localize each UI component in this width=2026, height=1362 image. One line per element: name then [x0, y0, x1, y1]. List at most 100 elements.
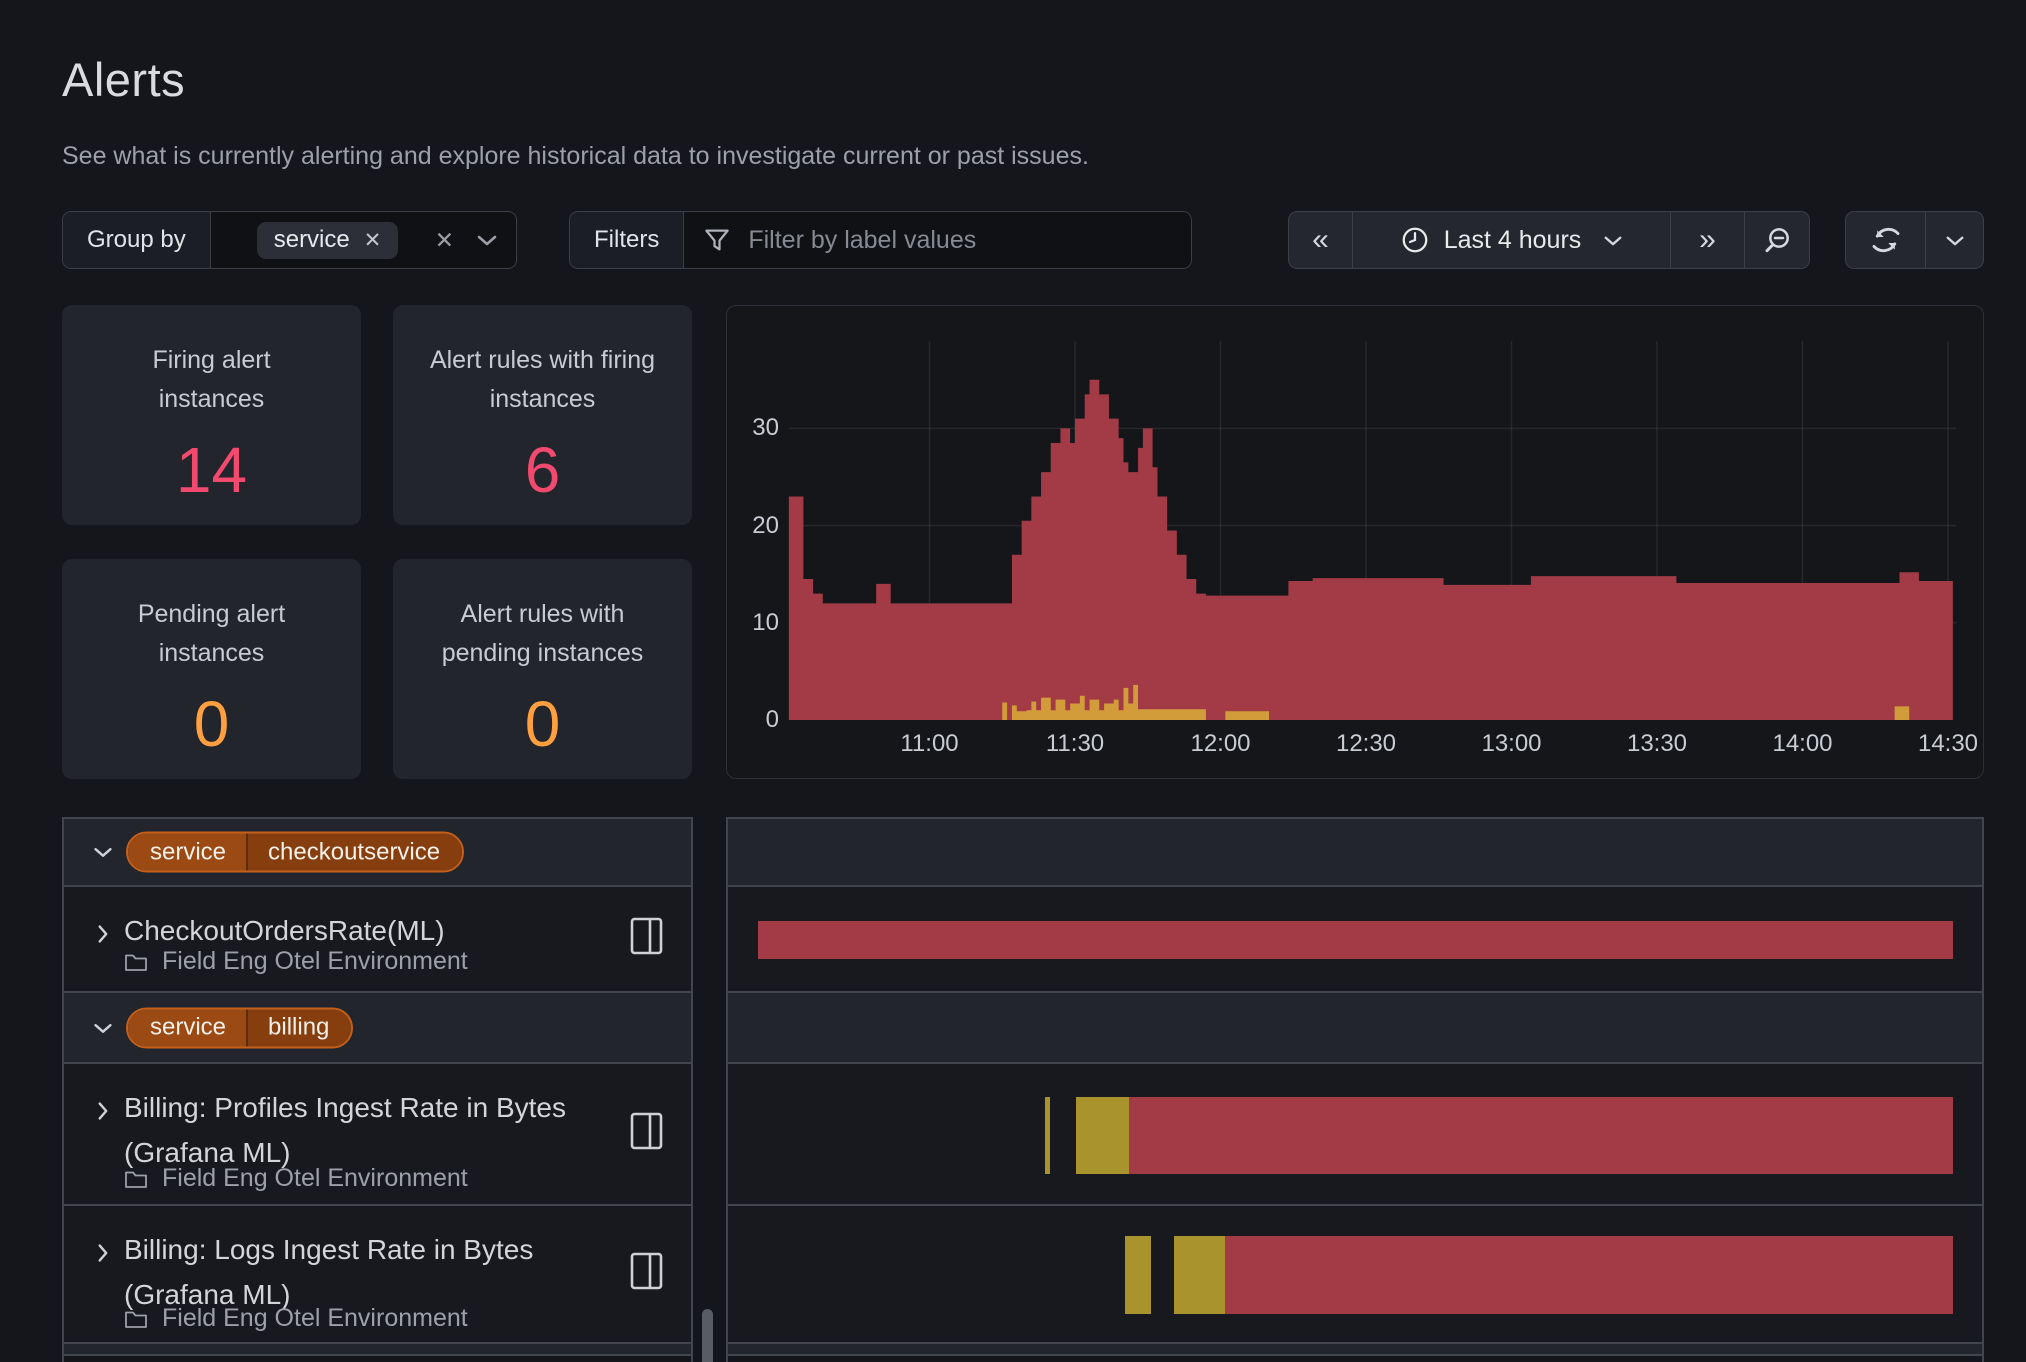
- state-segment-firing[interactable]: [1129, 1097, 1953, 1174]
- list-scrollbar[interactable]: [702, 1309, 713, 1362]
- double-chevron-left-icon: «: [1312, 225, 1329, 255]
- stat-title: Pending alert instances: [97, 595, 327, 673]
- x-axis-tick-label: 12:00: [1175, 730, 1267, 758]
- chevron-down-icon[interactable]: [92, 846, 114, 859]
- x-axis-tick-label: 11:00: [884, 730, 976, 758]
- time-range-controls: « Last 4 hours »: [1288, 211, 1810, 269]
- x-axis-tick-label: 14:00: [1757, 730, 1849, 758]
- state-segment-pending[interactable]: [1076, 1097, 1129, 1174]
- group-by-label: Group by: [63, 212, 211, 268]
- alert-rule-folder: Field Eng Otel Environment: [124, 947, 468, 976]
- chevron-down-icon: [1945, 234, 1965, 247]
- alert-rule-row[interactable]: Billing: Profiles Ingest Rate in Bytes (…: [64, 1064, 691, 1206]
- clock-icon: [1400, 225, 1430, 255]
- chevron-right-icon[interactable]: [96, 1100, 109, 1122]
- time-shift-back-button[interactable]: «: [1288, 211, 1352, 269]
- state-segment-pending[interactable]: [1174, 1236, 1226, 1314]
- magnifier-minus-icon: [1761, 224, 1793, 256]
- y-axis-tick-label: 30: [727, 414, 779, 442]
- split-columns-icon[interactable]: [630, 917, 663, 955]
- stat-panel-pending-instances: Pending alert instances 0: [62, 559, 361, 779]
- refresh-controls: [1845, 211, 1984, 269]
- chevron-right-icon[interactable]: [96, 923, 109, 945]
- split-columns-icon[interactable]: [630, 1112, 663, 1150]
- refresh-button[interactable]: [1845, 211, 1925, 269]
- clear-all-icon[interactable]: ✕: [435, 227, 454, 254]
- stat-title: Alert rules with firing instances: [428, 341, 658, 419]
- stat-panel-firing-rules: Alert rules with firing instances 6: [393, 305, 692, 525]
- stat-panel-pending-rules: Alert rules with pending instances 0: [393, 559, 692, 779]
- double-chevron-right-icon: »: [1699, 225, 1716, 255]
- stat-title: Firing alert instances: [97, 341, 327, 419]
- group-by-input[interactable]: service ✕ ✕: [211, 212, 516, 268]
- state-segment-pending[interactable]: [1125, 1236, 1151, 1314]
- alert-history-area-chart: [727, 306, 1984, 779]
- alerts-page: Alerts See what is currently alerting an…: [0, 0, 2026, 1362]
- y-axis-tick-label: 0: [727, 706, 779, 734]
- stat-title: Alert rules with pending instances: [428, 595, 658, 673]
- group-label-badge: service checkoutservice: [126, 832, 464, 873]
- alert-rule-row[interactable]: Billing: Logs Ingest Rate in Bytes (Graf…: [64, 1206, 691, 1344]
- chip-remove-icon[interactable]: ✕: [364, 228, 382, 253]
- refresh-interval-button[interactable]: [1925, 211, 1984, 269]
- group-header-billing[interactable]: service billing: [64, 993, 691, 1064]
- x-axis-tick-label: 13:00: [1466, 730, 1558, 758]
- x-axis-tick-label: 12:30: [1320, 730, 1412, 758]
- state-segment-firing[interactable]: [1225, 1236, 1953, 1314]
- stat-value: 0: [525, 687, 561, 761]
- group-by-control: Group by service ✕ ✕: [62, 211, 517, 269]
- timeline-rule-row[interactable]: [728, 887, 1982, 993]
- x-axis-tick-label: 14:30: [1902, 730, 1984, 758]
- group-header-checkoutservice[interactable]: service checkoutservice: [64, 819, 691, 887]
- split-columns-icon[interactable]: [630, 1252, 663, 1290]
- alert-rule-title: Billing: Profiles Ingest Rate in Bytes (…: [124, 1086, 629, 1176]
- stat-value: 0: [194, 687, 230, 761]
- badge-value: checkoutservice: [246, 834, 462, 871]
- group-by-chip[interactable]: service ✕: [257, 222, 399, 259]
- chevron-down-icon[interactable]: [476, 233, 498, 247]
- timeline-group-row: [728, 993, 1982, 1064]
- page-subtitle: See what is currently alerting and explo…: [62, 142, 1089, 171]
- stat-panel-firing-instances: Firing alert instances 14: [62, 305, 361, 525]
- timeline-rule-row[interactable]: [728, 1206, 1982, 1344]
- funnel-icon: [702, 225, 732, 255]
- filters-label: Filters: [570, 212, 684, 268]
- group-label-badge: service billing: [126, 1007, 353, 1048]
- folder-icon: [124, 1169, 148, 1189]
- alert-rule-list: service checkoutservice CheckoutOrdersRa…: [62, 817, 693, 1362]
- timeline-rule-row[interactable]: [728, 1064, 1982, 1206]
- alert-rule-folder: Field Eng Otel Environment: [124, 1304, 468, 1333]
- chevron-down-icon: [1603, 234, 1623, 247]
- state-segment-pending[interactable]: [1045, 1097, 1050, 1174]
- y-axis-tick-label: 20: [727, 512, 779, 540]
- badge-value: billing: [246, 1009, 351, 1046]
- group-by-chip-label: service: [274, 226, 350, 254]
- time-range-label: Last 4 hours: [1444, 226, 1582, 255]
- badge-key: service: [128, 834, 246, 871]
- group-header-partial: [64, 1344, 691, 1356]
- zoom-out-button[interactable]: [1744, 211, 1810, 269]
- timeline-group-row: [728, 1344, 1982, 1356]
- refresh-icon: [1869, 223, 1903, 257]
- chevron-down-icon[interactable]: [92, 1021, 114, 1034]
- alert-history-chart[interactable]: 010203011:0011:3012:0012:3013:0013:3014:…: [726, 305, 1984, 779]
- y-axis-tick-label: 10: [727, 609, 779, 637]
- badge-key: service: [128, 1009, 246, 1046]
- stat-value: 6: [525, 433, 561, 507]
- folder-icon: [124, 952, 148, 972]
- filter-placeholder: Filter by label values: [748, 226, 976, 255]
- chevron-right-icon[interactable]: [96, 1242, 109, 1264]
- time-shift-forward-button[interactable]: »: [1670, 211, 1744, 269]
- filter-input[interactable]: Filter by label values: [684, 212, 1191, 268]
- state-segment-firing[interactable]: [758, 921, 1953, 959]
- filters-control: Filters Filter by label values: [569, 211, 1192, 269]
- alert-state-timeline: [726, 817, 1984, 1362]
- alert-rule-row[interactable]: CheckoutOrdersRate(ML) Field Eng Otel En…: [64, 887, 691, 993]
- stat-value: 14: [176, 433, 247, 507]
- alert-rule-folder: Field Eng Otel Environment: [124, 1164, 468, 1193]
- timeline-group-row: [728, 819, 1982, 887]
- folder-icon: [124, 1309, 148, 1329]
- page-title: Alerts: [62, 52, 185, 107]
- time-range-picker-button[interactable]: Last 4 hours: [1352, 211, 1670, 269]
- x-axis-tick-label: 11:30: [1029, 730, 1121, 758]
